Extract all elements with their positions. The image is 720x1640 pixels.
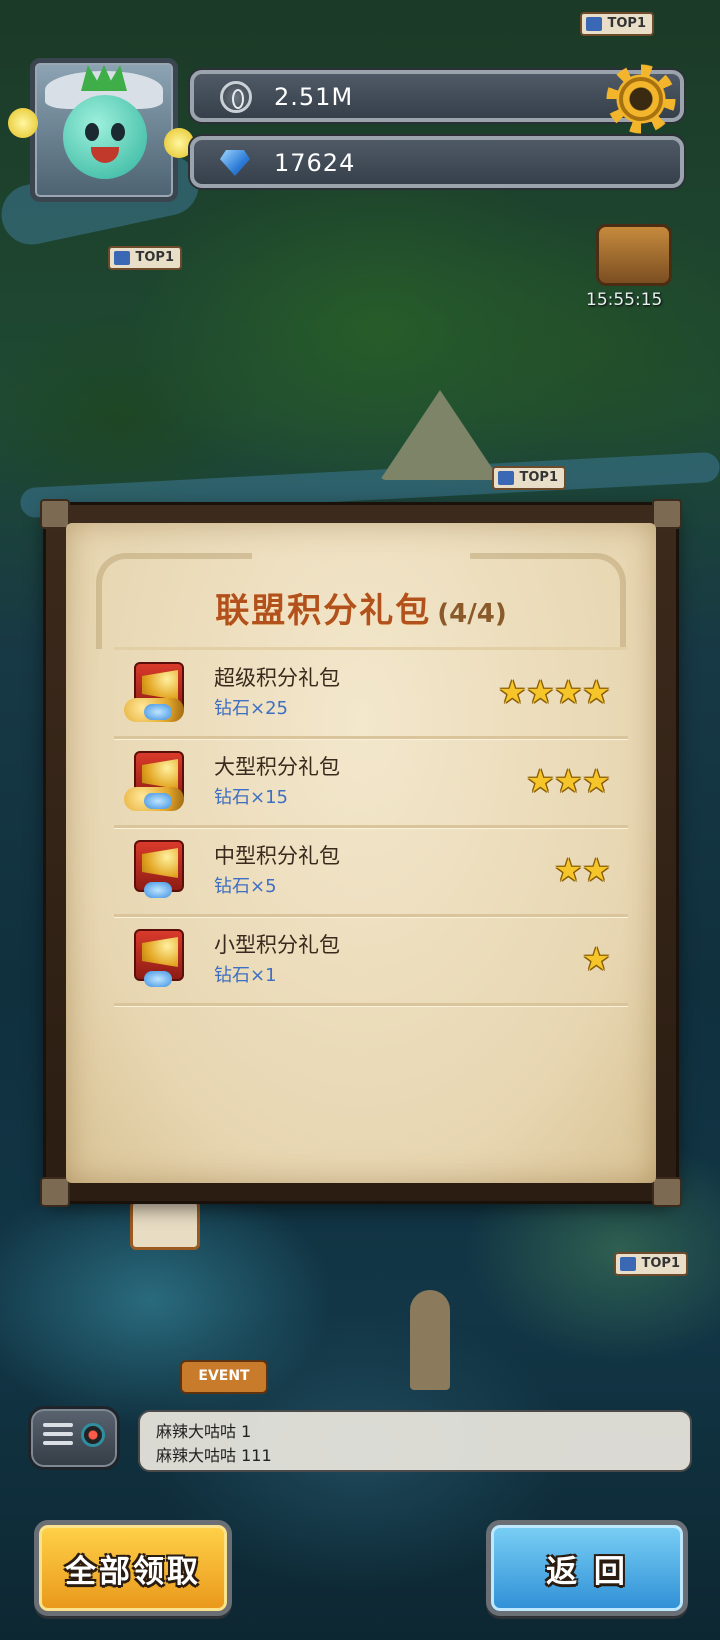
item-reward: 钻石×1	[214, 965, 277, 986]
star-icon: ★	[582, 673, 611, 711]
gift-pack-icon	[124, 927, 192, 993]
coins-value: 2.51M	[274, 83, 354, 111]
alliance-points-gift-panel: 联盟积分礼包 (4/4) 超级积分礼包 钻石×25 ★ ★ ★ ★ 大型积分礼包 钻石×…	[40, 499, 682, 1207]
list-item[interactable]: 大型积分礼包 钻石×15 ★ ★ ★	[114, 739, 628, 828]
gift-list: 超级积分礼包 钻石×25 ★ ★ ★ ★ 大型积分礼包 钻石×15 ★ ★ ★ 中型积分礼…	[114, 647, 628, 1006]
badge-label: TOP1	[519, 470, 559, 485]
diamond-icon	[220, 150, 250, 176]
panel-corner	[652, 1177, 682, 1207]
chest-timer: 15:55:15	[586, 290, 663, 310]
chat-menu-icon	[43, 1423, 73, 1449]
treasure-chest-icon[interactable]	[596, 224, 672, 286]
record-icon	[81, 1423, 105, 1447]
flag-icon	[498, 471, 514, 485]
list-item[interactable]: 小型积分礼包 钻石×1 ★	[114, 917, 628, 1006]
panel-corner	[652, 499, 682, 529]
item-reward: 钻石×15	[214, 787, 288, 808]
coin-icon	[220, 81, 252, 113]
star-icon: ★	[582, 762, 611, 800]
claim-all-label: 全部领取	[65, 1553, 201, 1590]
panel-title: 联盟积分礼包	[215, 591, 432, 631]
gift-pack-icon	[124, 749, 192, 815]
top1-badge[interactable]: TOP1	[614, 1252, 688, 1276]
avatar-crown	[81, 65, 127, 91]
star-icon: ★	[582, 940, 611, 978]
item-name: 超级积分礼包	[214, 666, 340, 690]
badge-label: TOP1	[135, 250, 175, 265]
back-label: 返 回	[546, 1553, 628, 1590]
chat-button[interactable]	[28, 1406, 120, 1470]
gift-pack-icon	[124, 660, 192, 726]
claim-all-button[interactable]: 全部领取	[34, 1520, 232, 1616]
panel-parchment: 联盟积分礼包 (4/4) 超级积分礼包 钻石×25 ★ ★ ★ ★ 大型积分礼包 钻石×…	[66, 523, 656, 1183]
item-reward: 钻石×25	[214, 698, 288, 719]
panel-count: (4/4)	[437, 599, 507, 629]
gems-value: 17624	[274, 149, 356, 177]
avatar-face	[63, 95, 147, 179]
item-name: 中型积分礼包	[214, 844, 340, 868]
top1-badge[interactable]: TOP1	[108, 246, 182, 270]
item-name: 大型积分礼包	[214, 755, 340, 779]
back-button[interactable]: 返 回	[486, 1520, 688, 1616]
item-reward: 钻石×5	[214, 876, 277, 897]
flag-icon	[114, 251, 130, 265]
top1-badge[interactable]: TOP1	[580, 12, 654, 36]
panel-corner	[40, 499, 70, 529]
list-item[interactable]: 超级积分礼包 钻石×25 ★ ★ ★ ★	[114, 647, 628, 739]
sparkle-icon	[8, 108, 38, 138]
star-rating: ★ ★ ★	[526, 762, 614, 800]
gems-bar[interactable]: 17624	[190, 136, 684, 188]
star-rating: ★ ★	[554, 851, 614, 889]
panel-corner	[40, 1177, 70, 1207]
settings-button[interactable]	[619, 77, 663, 121]
event-sign[interactable]: EVENT	[180, 1360, 268, 1394]
item-name: 小型积分礼包	[214, 933, 340, 957]
star-icon: ★	[582, 851, 611, 889]
chat-message: 麻辣大咕咕 1	[156, 1422, 252, 1441]
avatar-eye	[111, 123, 125, 141]
mail-landmark[interactable]	[130, 1200, 200, 1250]
top1-badge[interactable]: TOP1	[492, 466, 566, 490]
chat-preview[interactable]: 麻辣大咕咕 1 麻辣大咕咕 111	[138, 1410, 692, 1472]
star-rating: ★ ★ ★ ★	[498, 673, 614, 711]
flag-icon	[586, 17, 602, 31]
chat-message: 麻辣大咕咕 111	[156, 1446, 272, 1465]
tower-landmark[interactable]	[410, 1290, 450, 1390]
avatar-mouth	[91, 147, 119, 163]
player-avatar[interactable]	[30, 58, 178, 202]
temple-landmark[interactable]	[380, 390, 500, 480]
badge-label: TOP1	[607, 16, 647, 31]
gift-pack-icon	[124, 838, 192, 904]
flag-icon	[620, 1257, 636, 1271]
list-item[interactable]: 中型积分礼包 钻石×5 ★ ★	[114, 828, 628, 917]
star-rating: ★	[582, 943, 614, 975]
badge-label: TOP1	[641, 1256, 681, 1271]
avatar-eye	[85, 123, 99, 141]
panel-header: 联盟积分礼包 (4/4)	[66, 583, 656, 632]
